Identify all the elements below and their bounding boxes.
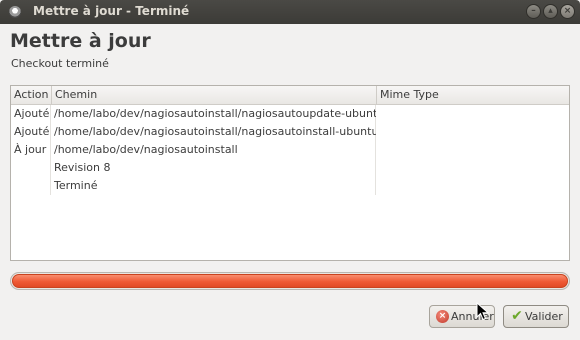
validate-button-label: Valider xyxy=(525,310,563,323)
progress-bar xyxy=(10,272,570,290)
cell-mime-type xyxy=(376,123,569,141)
cell-mime-type xyxy=(376,105,569,123)
close-icon[interactable]: × xyxy=(560,4,575,19)
column-header-action[interactable]: Action xyxy=(11,86,51,105)
table-header: Action Chemin Mime Type xyxy=(11,86,569,105)
title-bar[interactable]: Mettre à jour - Terminé – ▴ × xyxy=(0,0,580,24)
validate-button[interactable]: ✔ Valider xyxy=(503,305,569,328)
table-row[interactable]: Revision 8 xyxy=(11,159,569,177)
cell-action xyxy=(11,159,51,177)
table-row[interactable]: Ajouté /home/labo/dev/nagiosautoinstall/… xyxy=(11,105,569,123)
maximize-icon[interactable]: ▴ xyxy=(543,4,558,19)
status-text: Checkout terminé xyxy=(11,57,109,70)
cell-action: Ajouté xyxy=(14,107,50,120)
table-body: Ajouté /home/labo/dev/nagiosautoinstall/… xyxy=(11,105,569,260)
table-row[interactable]: À jour /home/labo/dev/nagiosautoinstall xyxy=(11,141,569,159)
column-header-chemin[interactable]: Chemin xyxy=(51,86,376,105)
results-table: Action Chemin Mime Type Ajouté /home/lab… xyxy=(10,85,570,261)
cell-chemin: Revision 8 xyxy=(54,161,111,174)
app-icon xyxy=(9,6,21,18)
table-row[interactable]: Ajouté /home/labo/dev/nagiosautoinstall/… xyxy=(11,123,569,141)
cell-mime-type xyxy=(376,159,569,177)
page-title: Mettre à jour xyxy=(10,30,151,52)
cancel-icon: × xyxy=(436,310,449,323)
window-title: Mettre à jour - Terminé xyxy=(33,4,190,18)
progress-bar-fill xyxy=(12,274,568,288)
cell-mime-type xyxy=(376,177,569,195)
cell-chemin: /home/labo/dev/nagiosautoinstall/nagiosa… xyxy=(54,125,376,138)
checkmark-icon: ✔ xyxy=(511,308,523,324)
cell-mime-type xyxy=(376,141,569,159)
cell-action xyxy=(11,177,51,195)
column-header-mime-type[interactable]: Mime Type xyxy=(376,86,569,105)
mouse-pointer-icon xyxy=(476,302,490,321)
minimize-icon[interactable]: – xyxy=(526,4,541,19)
cell-action: Ajouté xyxy=(14,125,50,138)
table-row[interactable]: Terminé xyxy=(11,177,569,195)
cell-action: À jour xyxy=(14,143,47,156)
cell-chemin: /home/labo/dev/nagiosautoinstall/nagiosa… xyxy=(54,107,376,120)
cell-chemin: /home/labo/dev/nagiosautoinstall xyxy=(54,143,238,156)
dialog-window: Mettre à jour - Terminé – ▴ × Mettre à j… xyxy=(0,0,580,340)
cell-chemin: Terminé xyxy=(54,179,98,192)
